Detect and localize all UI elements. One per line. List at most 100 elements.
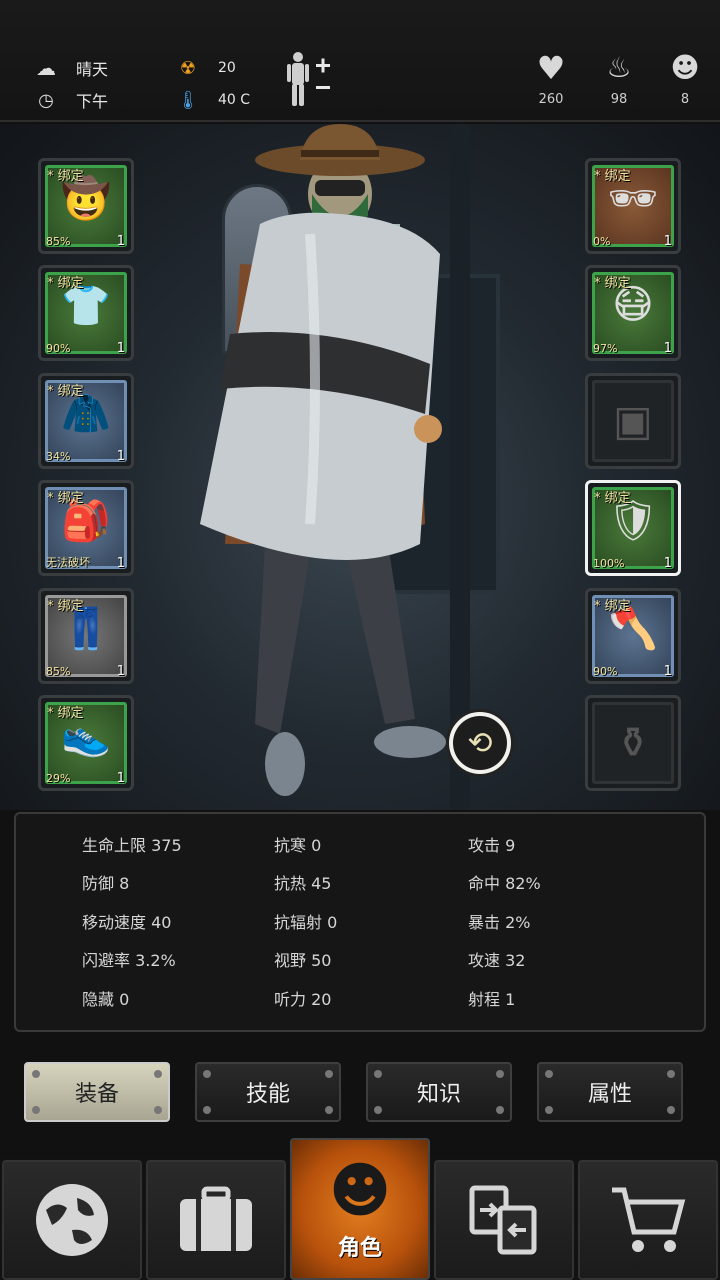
slot-head[interactable]: 🤠 * 绑定 85% 1 (38, 158, 134, 254)
heart-icon: ♥ (536, 49, 566, 87)
temperature-value: 40 C (218, 92, 251, 108)
nav-exchange[interactable] (434, 1160, 574, 1280)
slot-offhand[interactable]: 🛡 * 绑定 100% 1 (585, 480, 681, 576)
stat-dodge: 闪避率 3.2% (82, 951, 176, 970)
clock-icon: ◷ (38, 89, 54, 111)
stomach-icon: ♨ (606, 51, 632, 84)
weather-icon: ☁ (36, 56, 56, 80)
slot-durability: 0% (593, 235, 611, 248)
slot-count: 1 (116, 664, 125, 679)
slot-pants[interactable]: 👖 * 绑定 85% 1 (38, 588, 134, 684)
slot-bind-label: * 绑定 (594, 491, 631, 506)
tab-equipment[interactable]: 装备 (24, 1062, 170, 1122)
weather-status: ☁ 晴天 (34, 56, 108, 80)
food-stat[interactable]: ♨ 98 (594, 48, 644, 107)
slot-bind-label: * 绑定 (594, 276, 631, 291)
rivet (32, 1106, 40, 1114)
tab-attributes[interactable]: 属性 (537, 1062, 683, 1122)
slot-durability: 97% (593, 342, 618, 355)
stat-attack-speed: 攻速 32 (468, 951, 526, 970)
slot-bind-label: * 绑定 (47, 491, 84, 506)
exchange-icon (469, 1185, 537, 1255)
rivet (374, 1070, 382, 1078)
stat-hearing: 听力 20 (274, 990, 332, 1009)
top-status-bar: ☁ 晴天 ◷ 下午 ☢ 20 🌡 40 C ♥ 260 ♨ 98 ☻ 8 (0, 0, 720, 122)
nav-shop[interactable] (578, 1160, 718, 1280)
slot-shirt[interactable]: 👕 * 绑定 90% 1 (38, 265, 134, 361)
stat-defense: 防御 8 (82, 874, 130, 893)
stat-attack: 攻击 9 (468, 836, 516, 855)
nav-map[interactable] (2, 1160, 142, 1280)
bottom-nav: ☻ 角色 (0, 1138, 720, 1280)
head-icon: ☻ (670, 51, 700, 84)
slot-count: 1 (663, 664, 672, 679)
rivet (325, 1070, 333, 1078)
bottle-icon: ⚱ (615, 718, 651, 767)
swap-weapon-button[interactable]: ⟲ (446, 709, 514, 777)
slot-bind-label: * 绑定 (47, 706, 84, 721)
slot-shoes[interactable]: 👟 * 绑定 29% 1 (38, 695, 134, 791)
tab-skills[interactable]: 技能 (195, 1062, 341, 1122)
slot-bind-label: * 绑定 (594, 599, 631, 614)
stat-range: 射程 1 (468, 990, 516, 1009)
character-figure (200, 124, 446, 796)
rivet (667, 1106, 675, 1114)
slot-durability: 85% (46, 235, 71, 248)
rivet (32, 1070, 40, 1078)
cart-icon (612, 1187, 686, 1252)
slot-durability: 无法破坏 (46, 556, 90, 569)
nav-character[interactable]: ☻ 角色 (290, 1138, 430, 1280)
time-label: 下午 (76, 92, 109, 111)
mind-stat[interactable]: ☻ 8 (660, 48, 710, 107)
mind-value: 8 (680, 92, 690, 107)
slot-throwable[interactable]: ⚱ (585, 695, 681, 791)
slot-count: 1 (116, 234, 125, 249)
rivet (545, 1106, 553, 1114)
weather-label: 晴天 (76, 60, 109, 79)
vest-icon: ▣ (613, 396, 653, 445)
slot-coat[interactable]: 🧥 * 绑定 34% 1 (38, 373, 134, 469)
slot-vest[interactable]: ▣ (585, 373, 681, 469)
slot-mask[interactable]: 😷 * 绑定 97% 1 (585, 265, 681, 361)
stat-hit-rate: 命中 82% (468, 874, 541, 893)
slot-count: 1 (116, 556, 125, 571)
slot-durability: 34% (46, 450, 71, 463)
nav-character-label: 角色 (337, 1236, 382, 1261)
slot-durability: 85% (46, 665, 71, 678)
slot-bind-label: * 绑定 (47, 599, 84, 614)
slot-count: 1 (663, 341, 672, 356)
globe-icon (36, 1184, 108, 1256)
slot-durability: 29% (46, 772, 71, 785)
radiation-value: 20 (218, 60, 236, 76)
health-value: 260 (538, 92, 564, 107)
time-status: ◷ 下午 (34, 88, 108, 112)
slot-bind-label: * 绑定 (47, 384, 84, 399)
stat-heat-resist: 抗热 45 (274, 874, 332, 893)
nav-inventory[interactable] (146, 1160, 286, 1280)
slot-count: 1 (663, 234, 672, 249)
swap-icon: ⟲ (453, 716, 507, 770)
rivet (154, 1106, 162, 1114)
slot-count: 1 (663, 556, 672, 571)
thermometer-icon: 🌡 (176, 89, 200, 111)
stat-move-speed: 移动速度 40 (82, 913, 172, 932)
slot-eyewear[interactable]: 🕶 * 绑定 0% 1 (585, 158, 681, 254)
body-status-button[interactable] (284, 50, 334, 110)
character-scene: 🤠 * 绑定 85% 1 👕 * 绑定 90% 1 🧥 * 绑定 34% 1 🎒… (0, 124, 720, 810)
slot-count: 1 (116, 449, 125, 464)
stats-panel: 生命上限 375 抗寒 0 攻击 9 防御 8 抗热 45 命中 82% 移动速… (14, 812, 706, 1032)
stat-crit: 暴击 2% (468, 913, 531, 932)
tab-label: 装备 (74, 1082, 119, 1107)
health-stat[interactable]: ♥ 260 (526, 48, 576, 107)
rivet (496, 1106, 504, 1114)
rivet (203, 1070, 211, 1078)
slot-weapon[interactable]: 🪓 * 绑定 90% 1 (585, 588, 681, 684)
stat-vision: 视野 50 (274, 951, 332, 970)
rivet (154, 1070, 162, 1078)
stat-cold-resist: 抗寒 0 (274, 836, 322, 855)
tab-knowledge[interactable]: 知识 (366, 1062, 512, 1122)
rivet (667, 1070, 675, 1078)
rivet (203, 1106, 211, 1114)
slot-backpack[interactable]: 🎒 * 绑定 无法破坏 1 (38, 480, 134, 576)
head-gears-icon: ☻ (328, 1156, 392, 1226)
